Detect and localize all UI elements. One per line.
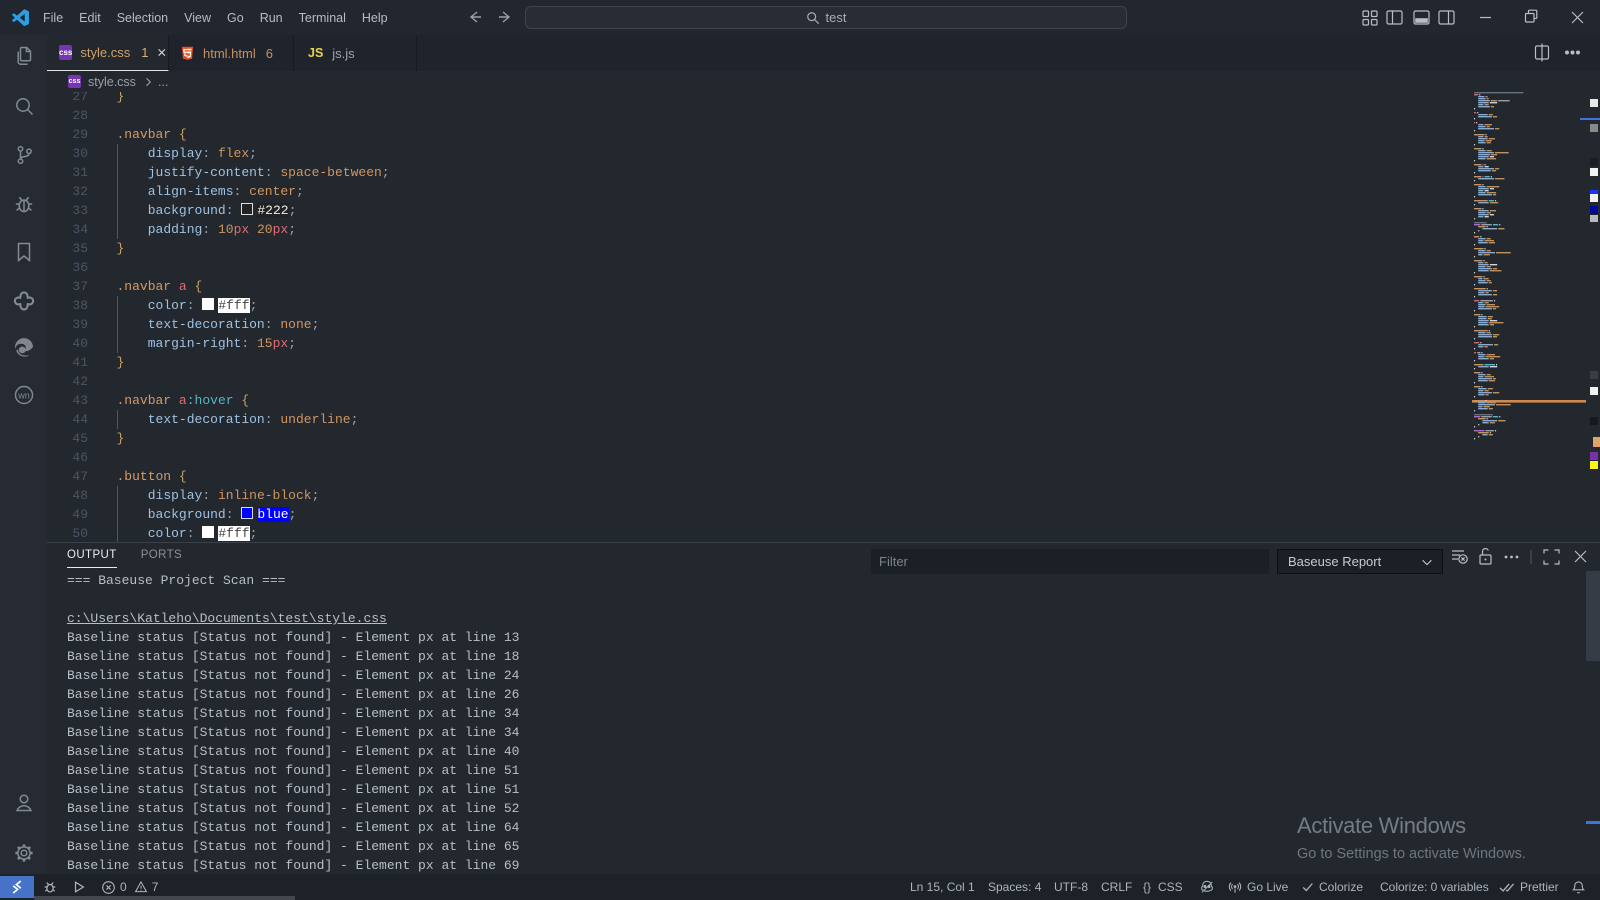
svg-text:wn: wn: [17, 391, 30, 401]
